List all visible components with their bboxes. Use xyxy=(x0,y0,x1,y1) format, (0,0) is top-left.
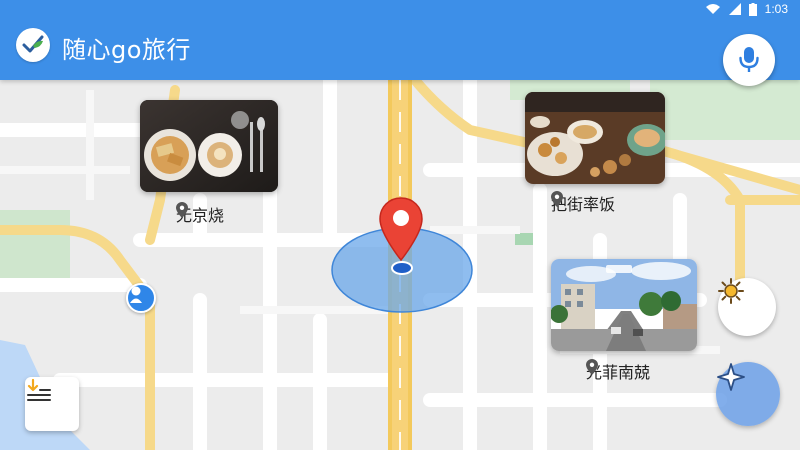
breakfast-table-photo xyxy=(525,92,665,184)
place-label-3[interactable]: 光菲南兢 xyxy=(586,359,650,383)
food-plate-photo xyxy=(140,100,278,192)
microphone-icon xyxy=(739,47,759,72)
status-bar: 1:03 xyxy=(705,0,788,18)
check-leaf-logo-icon xyxy=(22,35,44,53)
app-logo xyxy=(16,28,50,62)
navigate-button[interactable] xyxy=(716,362,780,426)
location-pin-icon xyxy=(176,202,188,218)
location-pin-icon xyxy=(551,191,563,207)
user-marker[interactable] xyxy=(126,283,156,313)
wifi-icon xyxy=(705,4,720,14)
app-title: 随心go旅行 xyxy=(62,36,191,64)
place-card-2[interactable] xyxy=(525,92,665,184)
person-marker-icon xyxy=(130,286,142,303)
compass-star-icon xyxy=(717,363,745,391)
brightness-button[interactable] xyxy=(718,278,776,336)
place-label-2[interactable]: 把街率饭 xyxy=(551,191,615,215)
battery-icon xyxy=(748,2,757,16)
route-button[interactable] xyxy=(25,377,79,431)
voice-search-button[interactable] xyxy=(723,34,775,86)
status-time: 1:03 xyxy=(764,2,788,16)
map-pin-icon[interactable] xyxy=(378,196,424,264)
route-download-icon xyxy=(27,378,51,401)
street-view-photo xyxy=(551,259,697,351)
sun-icon xyxy=(718,278,744,304)
place-card-3[interactable] xyxy=(551,259,697,351)
place-label-1[interactable]: 无京烧 xyxy=(176,202,224,226)
place-card-1[interactable] xyxy=(140,100,278,192)
signal-icon xyxy=(728,3,741,15)
location-pin-icon xyxy=(586,359,598,375)
app-bar: 1:03 随心go旅行 xyxy=(0,0,800,86)
